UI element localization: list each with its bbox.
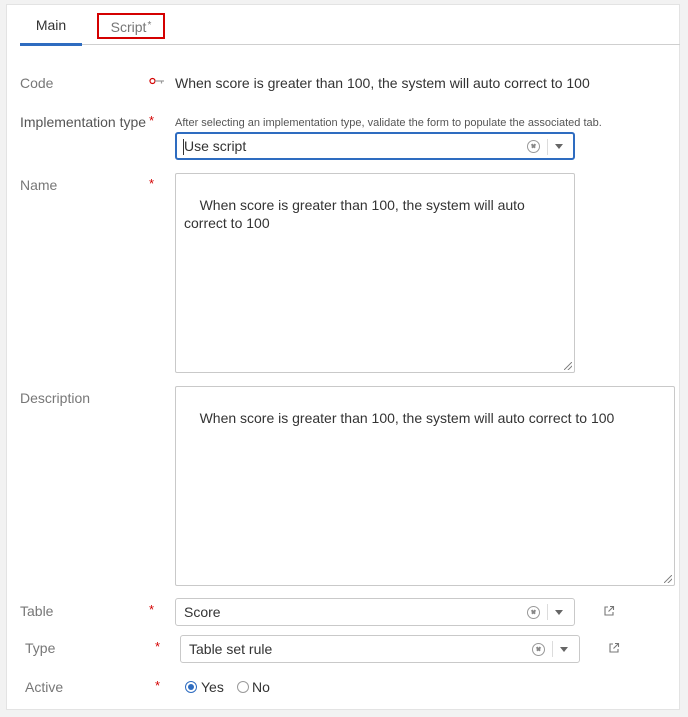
tab-bar: Main Script* <box>20 5 680 46</box>
tab-main[interactable]: Main <box>20 5 82 46</box>
description-value: When score is greater than 100, the syst… <box>199 410 615 426</box>
type-value: Table set rule <box>189 641 273 657</box>
description-label: Description <box>20 390 91 406</box>
modified-marker: * <box>147 20 152 31</box>
external-link-icon[interactable] <box>603 605 615 617</box>
tab-script-label: Script <box>110 19 147 35</box>
key-icon <box>149 77 164 85</box>
clear-icon[interactable] <box>527 139 540 153</box>
name-textarea[interactable]: When score is greater than 100, the syst… <box>175 173 575 373</box>
clear-icon[interactable] <box>532 642 545 656</box>
resize-handle[interactable] <box>664 575 672 583</box>
implementation-type-value: Use script <box>184 138 247 154</box>
select-separator <box>547 139 548 155</box>
description-textarea[interactable]: When score is greater than 100, the syst… <box>175 386 675 586</box>
active-yes-radio[interactable] <box>185 681 197 693</box>
name-label: Name <box>20 177 58 193</box>
type-label: Type <box>25 640 56 656</box>
select-separator <box>547 604 548 620</box>
name-value: When score is greater than 100, the syst… <box>184 197 529 231</box>
form-panel: Main Script* Code When score is greater … <box>6 4 680 710</box>
tab-script[interactable]: Script* <box>97 13 165 39</box>
clear-icon[interactable] <box>527 605 540 619</box>
active-tab-indicator <box>20 43 82 46</box>
required-marker: * <box>155 639 161 654</box>
active-no-radio[interactable] <box>237 681 249 693</box>
select-separator <box>552 641 553 657</box>
implementation-type-label: Implementation type <box>20 114 147 130</box>
resize-handle[interactable] <box>564 362 572 370</box>
chevron-down-icon[interactable] <box>555 144 563 149</box>
chevron-down-icon[interactable] <box>555 610 563 615</box>
type-select[interactable]: Table set rule <box>180 635 580 663</box>
table-select[interactable]: Score <box>175 598 575 626</box>
table-value: Score <box>184 604 221 620</box>
tab-main-label: Main <box>35 17 67 33</box>
required-marker: * <box>155 678 161 693</box>
external-link-icon[interactable] <box>608 642 620 654</box>
active-label: Active <box>25 679 64 695</box>
table-label: Table <box>20 603 54 619</box>
required-marker: * <box>149 176 155 191</box>
implementation-type-select[interactable]: Use script <box>175 132 575 160</box>
chevron-down-icon[interactable] <box>560 647 568 652</box>
required-marker: * <box>149 113 155 128</box>
active-no-label[interactable]: No <box>252 679 270 695</box>
active-yes-label[interactable]: Yes <box>201 679 224 695</box>
implementation-type-hint: After selecting an implementation type, … <box>175 117 602 129</box>
required-marker: * <box>149 602 155 617</box>
code-value: When score is greater than 100, the syst… <box>175 75 590 91</box>
code-label: Code <box>20 75 54 91</box>
